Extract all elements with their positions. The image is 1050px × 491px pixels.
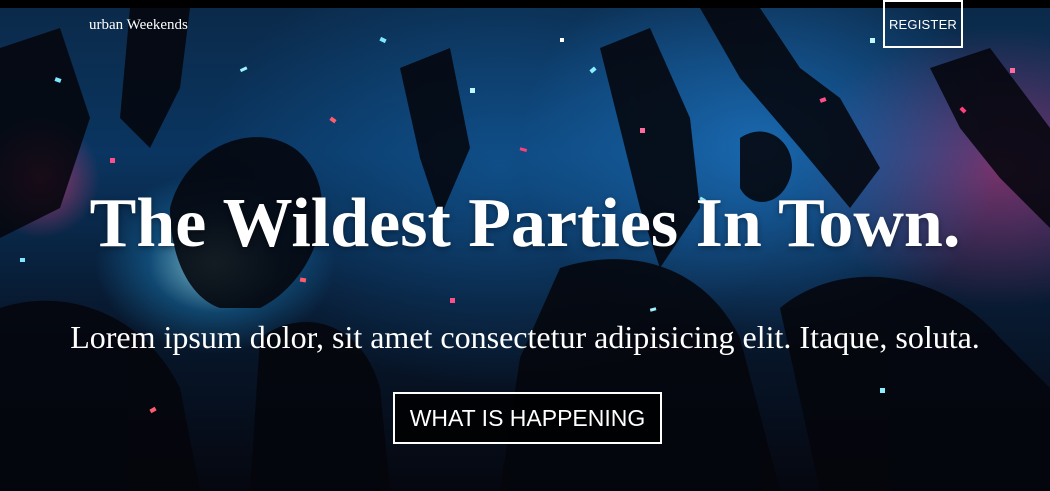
- hero-subline: Lorem ipsum dolor, sit amet consectetur …: [70, 319, 980, 355]
- brand-logo-text[interactable]: urban Weekends: [89, 17, 188, 34]
- register-button[interactable]: REGISTER: [883, 0, 963, 48]
- hero-headline: The Wildest Parties In Town.: [89, 185, 961, 262]
- what-is-happening-button[interactable]: WHAT IS HAPPENING: [393, 392, 662, 444]
